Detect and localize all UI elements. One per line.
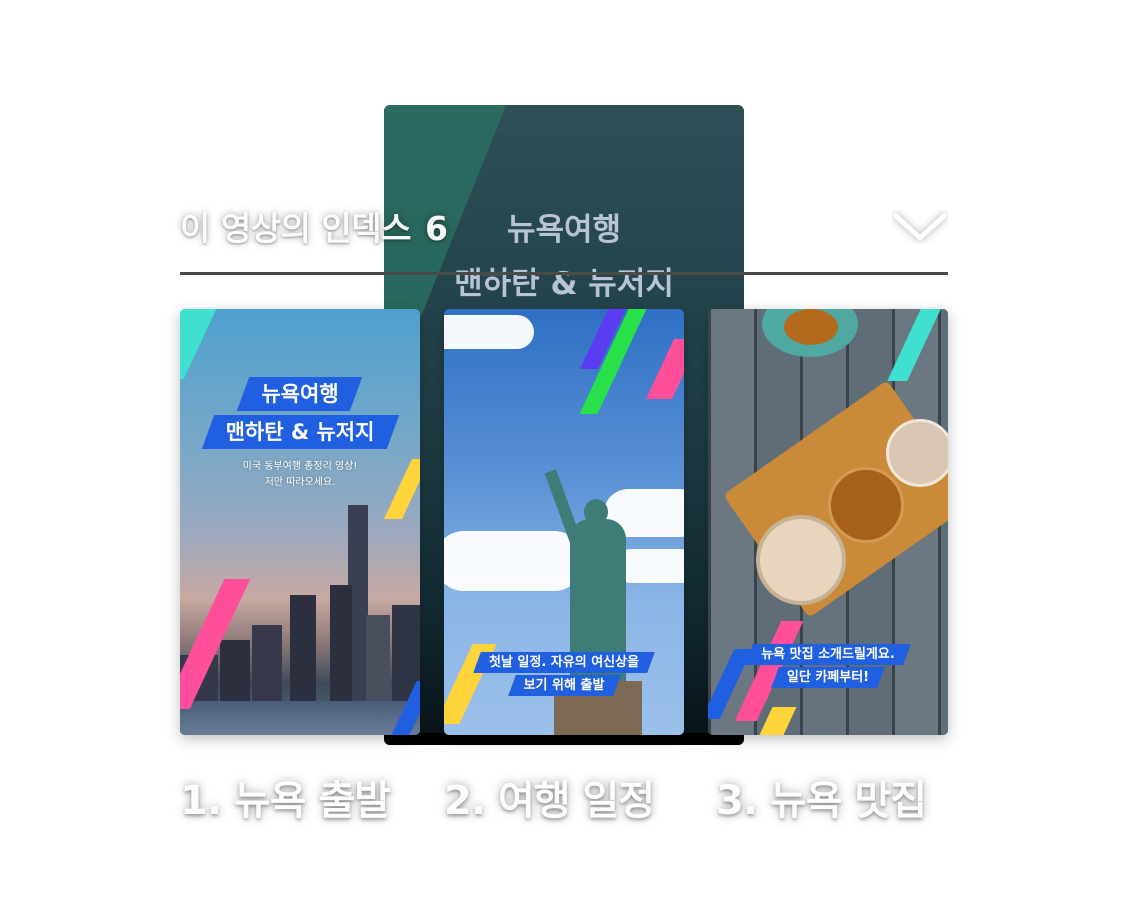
index-card-3[interactable]: 뉴욕 맛집 소개드릴게요. 일단 카페부터! bbox=[708, 309, 948, 735]
card-3-label[interactable]: 3. 뉴욕 맛집 bbox=[716, 768, 927, 826]
decorative-stripe bbox=[646, 339, 684, 399]
river bbox=[180, 701, 420, 735]
card-2-label[interactable]: 2. 여행 일정 bbox=[444, 768, 655, 826]
card-1-title-line1: 뉴욕여행 bbox=[243, 377, 356, 411]
card-2-caption-line2: 보기 위해 출발 bbox=[512, 675, 617, 696]
header-divider bbox=[180, 272, 948, 275]
card-3-caption-line1: 뉴욕 맛집 소개드릴게요. bbox=[749, 644, 907, 665]
card-2-caption: 첫날 일정. 자유의 여신상을 보기 위해 출발 bbox=[444, 651, 684, 696]
index-card-2[interactable]: 첫날 일정. 자유의 여신상을 보기 위해 출발 bbox=[444, 309, 684, 735]
card-1-label[interactable]: 1. 뉴욕 출발 bbox=[180, 768, 391, 826]
cloud bbox=[444, 315, 534, 349]
index-header: 이 영상의 인덱스 6 bbox=[180, 202, 448, 250]
index-card-1[interactable]: 뉴욕여행 맨하탄 & 뉴저지 미국 동부여행 총정리 영상! 저만 따라오세요. bbox=[180, 309, 420, 735]
card-3-caption: 뉴욕 맛집 소개드릴게요. 일단 카페부터! bbox=[708, 643, 948, 688]
index-title: 이 영상의 인덱스 bbox=[180, 209, 412, 248]
tea-glass bbox=[828, 467, 904, 543]
chevron-down-icon[interactable] bbox=[892, 208, 948, 244]
background-title-line2: 맨하탄 & 뉴저지 bbox=[424, 259, 704, 309]
card-1-title-line2: 맨하탄 & 뉴저지 bbox=[208, 415, 393, 449]
card-1-subtitle-line1: 미국 동부여행 총정리 영상! bbox=[242, 461, 358, 472]
decorative-stripe bbox=[180, 309, 217, 379]
coffee bbox=[784, 309, 838, 345]
cloud bbox=[444, 531, 584, 591]
latte bbox=[756, 515, 846, 605]
card-2-caption-line1: 첫날 일정. 자유의 여신상을 bbox=[477, 652, 651, 673]
card-1-subtitle: 미국 동부여행 총정리 영상! 저만 따라오세요. bbox=[180, 459, 420, 491]
card-1-subtitle-line2: 저만 따라오세요. bbox=[264, 477, 336, 488]
card-1-title: 뉴욕여행 맨하탄 & 뉴저지 bbox=[180, 377, 420, 449]
background-title-line1: 뉴욕여행 bbox=[477, 205, 651, 255]
index-count: 6 bbox=[425, 209, 448, 248]
iced-drink bbox=[886, 419, 948, 487]
card-3-caption-line2: 일단 카페부터! bbox=[775, 667, 881, 688]
